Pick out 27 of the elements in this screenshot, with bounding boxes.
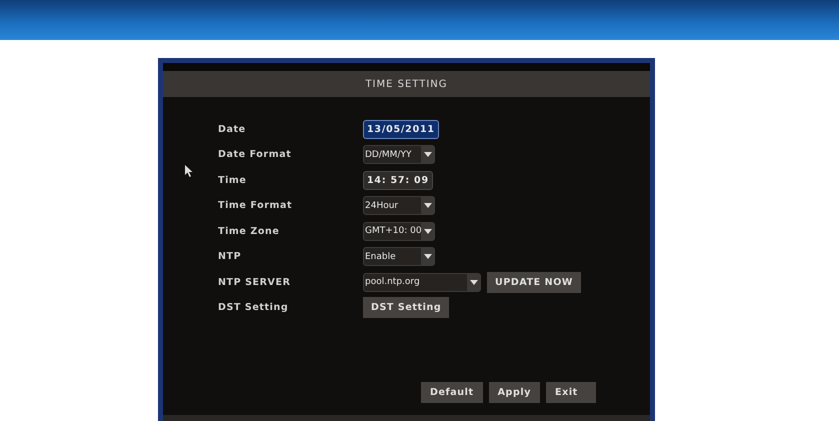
field-label: Date Format: [218, 149, 292, 160]
caret-icon: [424, 228, 432, 234]
caret-icon: [424, 152, 432, 158]
field-label: Time: [218, 174, 248, 186]
update-now-button[interactable]: UPDATE NOW: [487, 272, 581, 293]
dropdown[interactable]: pool.ntp.org: [363, 272, 481, 292]
text-field[interactable]: 14: 57: 09: [363, 170, 433, 190]
field-label: NTP: [218, 251, 242, 262]
field-label: Time Format: [218, 200, 294, 212]
field-label: Time Zone: [218, 226, 280, 237]
field-label: Date: [218, 124, 247, 135]
dialog-button[interactable]: Exit: [546, 382, 596, 403]
caret-icon: [424, 203, 432, 208]
caret-icon: [424, 254, 432, 260]
caret-icon: [470, 280, 478, 285]
dialog-title: TIME SETTING: [163, 71, 650, 97]
dialog-button[interactable]: Apply: [488, 382, 540, 403]
field-label: DST Setting: [218, 302, 290, 314]
field-label: NTP SERVER: [218, 276, 292, 288]
dialog-button[interactable]: Default: [420, 382, 483, 403]
text-field[interactable]: 13/05/2011: [363, 120, 439, 139]
dropdown[interactable]: GMT+10: 00: [363, 222, 435, 241]
dropdown[interactable]: Enable: [363, 247, 435, 266]
dropdown[interactable]: DD/MM/YY: [363, 145, 435, 164]
dropdown[interactable]: 24Hour: [363, 196, 435, 216]
dst-setting-button[interactable]: DST Setting: [363, 297, 450, 318]
mouse-pointer-icon: [185, 165, 193, 177]
